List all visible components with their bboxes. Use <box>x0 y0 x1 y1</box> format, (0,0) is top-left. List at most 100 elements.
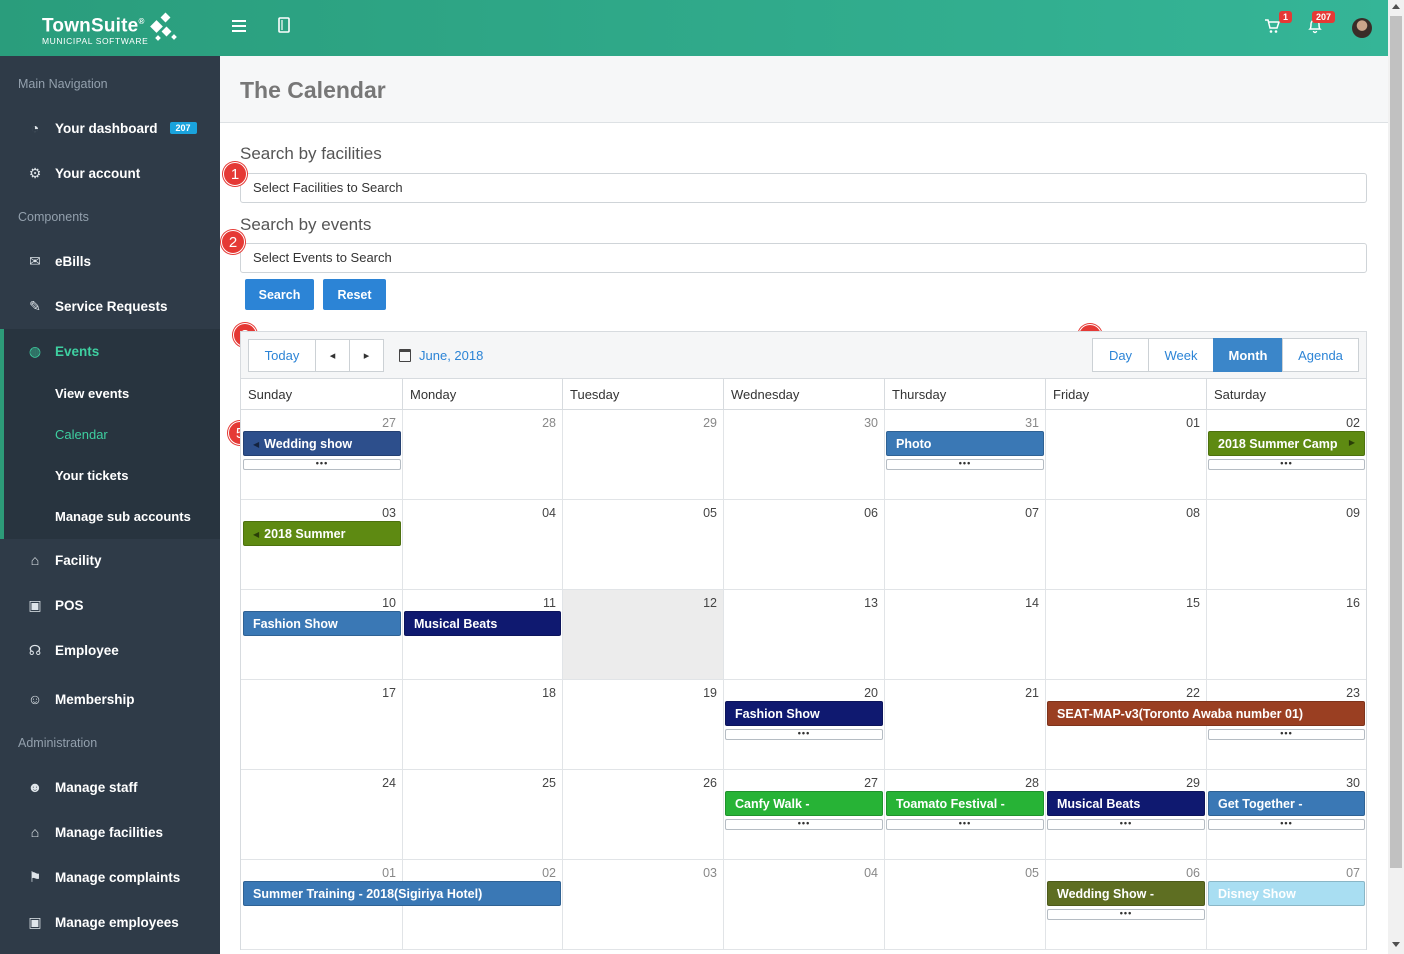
more-events-button[interactable]: ••• <box>243 459 401 470</box>
more-events-button[interactable]: ••• <box>1208 819 1365 830</box>
prev-button[interactable]: ◂ <box>315 339 350 372</box>
day-cell[interactable]: 30 <box>723 410 884 500</box>
day-number[interactable]: 06 <box>1186 866 1200 880</box>
day-number[interactable]: 16 <box>1346 596 1360 610</box>
day-cell[interactable]: 17 <box>241 680 402 770</box>
day-number[interactable]: 14 <box>1025 596 1039 610</box>
calendar-event[interactable]: Wedding Show - <box>1047 881 1205 906</box>
day-number[interactable]: 23 <box>1346 686 1360 700</box>
user-avatar[interactable] <box>1352 18 1372 38</box>
calendar-event[interactable]: Musical Beats <box>404 611 561 636</box>
day-number[interactable]: 02 <box>542 866 556 880</box>
calendar-event[interactable]: Fashion Show <box>725 701 883 726</box>
calendar-event[interactable]: Get Together - <box>1208 791 1365 816</box>
calendar-event[interactable]: 2018 Summer Camp ▶ <box>1208 431 1365 456</box>
day-number[interactable]: 05 <box>1025 866 1039 880</box>
day-cell[interactable]: 26 <box>562 770 723 860</box>
day-number[interactable]: 03 <box>703 866 717 880</box>
cart-icon[interactable] <box>1264 18 1281 38</box>
day-number[interactable]: 04 <box>864 866 878 880</box>
events-select[interactable]: Select Events to Search <box>240 243 1367 273</box>
calendar-event[interactable]: SEAT-MAP-v3(Toronto Awaba number 01) <box>1047 701 1365 726</box>
day-cell[interactable]: 25 <box>402 770 562 860</box>
sidebar-subitem-manage-sub-accounts[interactable]: Manage sub accounts <box>55 509 191 524</box>
scroll-down-icon[interactable] <box>1392 942 1400 947</box>
search-button[interactable]: Search <box>245 279 314 310</box>
day-number[interactable]: 18 <box>542 686 556 700</box>
day-cell[interactable]: 05 <box>884 860 1045 950</box>
day-number[interactable]: 31 <box>1025 416 1039 430</box>
fullscreen-icon[interactable] <box>278 17 290 37</box>
day-cell[interactable]: 06 <box>723 500 884 590</box>
day-cell[interactable]: 07 <box>884 500 1045 590</box>
sidebar-item-manage-staff[interactable]: ☻ Manage staff <box>0 765 220 809</box>
more-events-button[interactable]: ••• <box>886 819 1044 830</box>
calendar-event[interactable]: Toamato Festival - <box>886 791 1044 816</box>
day-cell[interactable]: 16 <box>1206 590 1366 680</box>
day-number[interactable]: 03 <box>382 506 396 520</box>
more-events-button[interactable]: ••• <box>725 819 883 830</box>
sidebar-item-service-requests[interactable]: ✎ Service Requests <box>0 284 220 328</box>
view-day-button[interactable]: Day <box>1092 338 1149 372</box>
day-number[interactable]: 21 <box>1025 686 1039 700</box>
day-cell[interactable]: 12 <box>562 590 723 680</box>
calendar-event[interactable]: Fashion Show <box>243 611 401 636</box>
view-week-button[interactable]: Week <box>1148 338 1214 372</box>
day-number[interactable]: 30 <box>1346 776 1360 790</box>
day-number[interactable]: 04 <box>542 506 556 520</box>
sidebar-item-dashboard[interactable]: ◔ Your dashboard 207 <box>0 106 220 150</box>
calendar-event[interactable]: Musical Beats <box>1047 791 1205 816</box>
reset-button[interactable]: Reset <box>323 279 386 310</box>
day-cell[interactable]: 21 <box>884 680 1045 770</box>
day-number[interactable]: 27 <box>382 416 396 430</box>
day-cell[interactable]: 13 <box>723 590 884 680</box>
calendar-event[interactable]: ◀ Wedding show <box>243 431 401 456</box>
calendar-event[interactable]: ◀ 2018 Summer <box>243 521 401 546</box>
menu-toggle-icon[interactable] <box>232 17 248 37</box>
scroll-thumb[interactable] <box>1390 16 1402 868</box>
view-agenda-button[interactable]: Agenda <box>1282 338 1359 372</box>
next-button[interactable]: ▸ <box>349 339 384 372</box>
sidebar-subitem-your-tickets[interactable]: Your tickets <box>55 468 128 483</box>
day-cell[interactable]: 15 <box>1045 590 1206 680</box>
day-number[interactable]: 26 <box>703 776 717 790</box>
sidebar-item-employee[interactable]: ☊ Employee <box>0 628 220 672</box>
day-number[interactable]: 27 <box>864 776 878 790</box>
day-number[interactable]: 02 <box>1346 416 1360 430</box>
sidebar-item-pos[interactable]: ▣ POS <box>0 583 220 627</box>
day-number[interactable]: 25 <box>542 776 556 790</box>
day-cell[interactable]: 05 <box>562 500 723 590</box>
day-cell[interactable]: 18 <box>402 680 562 770</box>
day-number[interactable]: 15 <box>1186 596 1200 610</box>
sidebar-item-facility[interactable]: ⌂ Facility <box>0 538 220 582</box>
day-number[interactable]: 13 <box>864 596 878 610</box>
scroll-up-icon[interactable] <box>1392 4 1400 9</box>
day-cell[interactable]: 08 <box>1045 500 1206 590</box>
more-events-button[interactable]: ••• <box>1047 819 1205 830</box>
more-events-button[interactable]: ••• <box>886 459 1044 470</box>
day-number[interactable]: 17 <box>382 686 396 700</box>
day-cell[interactable]: 03 <box>562 860 723 950</box>
day-number[interactable]: 29 <box>1186 776 1200 790</box>
day-cell[interactable]: 01 <box>1045 410 1206 500</box>
day-number[interactable]: 29 <box>703 416 717 430</box>
day-number[interactable]: 09 <box>1346 506 1360 520</box>
more-events-button[interactable]: ••• <box>1208 729 1365 740</box>
day-number[interactable]: 06 <box>864 506 878 520</box>
day-number[interactable]: 05 <box>703 506 717 520</box>
more-events-button[interactable]: ••• <box>1208 459 1365 470</box>
calendar-event[interactable]: Photo <box>886 431 1044 456</box>
day-cell[interactable]: 04 <box>402 500 562 590</box>
sidebar-item-manage-facilities[interactable]: ⌂ Manage facilities <box>0 810 220 854</box>
day-number[interactable]: 11 <box>543 596 556 610</box>
sidebar-item-ebills[interactable]: ✉ eBills <box>0 239 220 283</box>
day-number[interactable]: 01 <box>382 866 396 880</box>
sidebar-item-manage-employees[interactable]: ▣ Manage employees <box>0 900 220 944</box>
day-cell[interactable]: 24 <box>241 770 402 860</box>
day-cell[interactable]: 09 <box>1206 500 1366 590</box>
sidebar-item-account[interactable]: ⚙ Your account <box>0 151 220 195</box>
day-number[interactable]: 28 <box>542 416 556 430</box>
day-number[interactable]: 30 <box>864 416 878 430</box>
day-cell[interactable]: 28 <box>402 410 562 500</box>
more-events-button[interactable]: ••• <box>1047 909 1205 920</box>
